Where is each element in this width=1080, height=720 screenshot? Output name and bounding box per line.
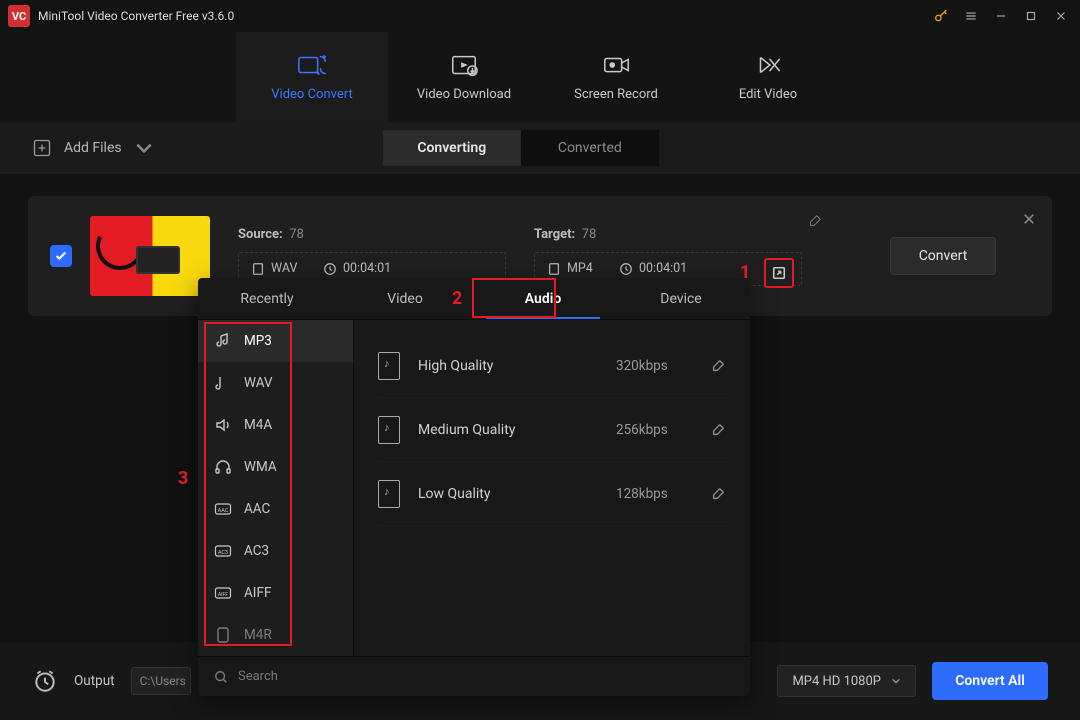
format-item-aac[interactable]: AAC AAC: [198, 488, 353, 530]
output-label: Output: [74, 673, 115, 689]
format-item-wav[interactable]: WAV: [198, 362, 353, 404]
svg-text:AC3: AC3: [218, 550, 228, 556]
status-segmented: Converting Converted: [383, 130, 659, 166]
app-logo: VC: [8, 5, 30, 27]
panel-tab-device[interactable]: Device: [612, 278, 750, 319]
quality-file-icon: [378, 480, 400, 508]
chevron-down-icon: [134, 138, 154, 158]
svg-text:AAC: AAC: [218, 508, 229, 514]
annotation-number-2: 2: [452, 288, 462, 309]
ringtone-icon: [214, 626, 232, 644]
change-target-format-button[interactable]: [764, 258, 794, 288]
clock-icon: [619, 262, 633, 276]
panel-tab-audio[interactable]: Audio: [474, 278, 612, 319]
minimize-button[interactable]: [986, 2, 1016, 30]
item-checkbox[interactable]: [50, 245, 72, 267]
aiff-badge-icon: AIFF: [214, 584, 232, 602]
tab-video-download[interactable]: Video Download: [388, 32, 540, 122]
ac3-badge-icon: AC3: [214, 542, 232, 560]
annotation-number-3: 3: [178, 468, 188, 489]
format-picker-panel: Recently Video Audio Device MP3 WAV M4A …: [198, 278, 750, 696]
close-window-button[interactable]: [1046, 2, 1076, 30]
svg-text:AIFF: AIFF: [218, 592, 228, 598]
schedule-icon[interactable]: [32, 668, 58, 694]
remove-item-button[interactable]: [1022, 212, 1036, 226]
headphones-icon: [214, 458, 232, 476]
file-icon: [251, 262, 265, 276]
tab-label: Edit Video: [739, 87, 797, 102]
source-label: Source: 78: [238, 227, 506, 242]
tab-video-convert[interactable]: Video Convert: [236, 32, 388, 122]
add-files-button[interactable]: Add Files: [32, 138, 154, 158]
speaker-icon: [214, 416, 232, 434]
app-title: MiniTool Video Converter Free v3.6.0: [38, 9, 234, 23]
toolbar: Add Files Converting Converted: [0, 122, 1080, 174]
convert-button[interactable]: Convert: [890, 237, 996, 275]
segment-converting[interactable]: Converting: [383, 130, 521, 166]
quality-option-high[interactable]: High Quality 320kbps: [378, 334, 730, 398]
format-list[interactable]: MP3 WAV M4A WMA AAC AAC AC3 AC3: [198, 320, 354, 656]
tab-label: Video Download: [417, 87, 511, 102]
chevron-down-icon: [891, 676, 901, 686]
tab-screen-record[interactable]: Screen Record: [540, 32, 692, 122]
quality-list: High Quality 320kbps Medium Quality 256k…: [354, 320, 750, 656]
music-note-icon: [214, 332, 232, 350]
quality-file-icon: [378, 416, 400, 444]
main-tabbar: Video Convert Video Download Screen Reco…: [0, 32, 1080, 122]
source-duration: 00:04:01: [343, 261, 391, 276]
quality-file-icon: [378, 352, 400, 380]
segment-converted[interactable]: Converted: [521, 130, 659, 166]
edit-quality-button[interactable]: [706, 354, 730, 378]
file-icon: [547, 262, 561, 276]
quality-option-low[interactable]: Low Quality 128kbps: [378, 462, 730, 526]
search-icon: [214, 670, 228, 684]
add-files-label: Add Files: [64, 140, 122, 156]
output-path-field[interactable]: C:\Users: [131, 667, 191, 695]
target-label: Target: 78: [534, 227, 802, 242]
maximize-button[interactable]: [1016, 2, 1046, 30]
format-item-aiff[interactable]: AIFF AIFF: [198, 572, 353, 614]
tab-label: Screen Record: [574, 87, 658, 102]
tab-label: Video Convert: [271, 87, 352, 102]
clock-icon: [323, 262, 337, 276]
hamburger-menu-icon[interactable]: [956, 2, 986, 30]
format-item-mp3[interactable]: MP3: [198, 320, 353, 362]
panel-tab-recently[interactable]: Recently: [198, 278, 336, 319]
output-preset-dropdown[interactable]: MP4 HD 1080P: [777, 665, 916, 697]
format-item-wma[interactable]: WMA: [198, 446, 353, 488]
music-note-icon: [214, 374, 232, 392]
annotation-number-1: 1: [740, 262, 750, 283]
edit-target-name-button[interactable]: [808, 214, 822, 228]
item-thumbnail: [90, 216, 210, 296]
tab-edit-video[interactable]: Edit Video: [692, 32, 844, 122]
format-item-m4r[interactable]: M4R: [198, 614, 353, 656]
titlebar: VC MiniTool Video Converter Free v3.6.0: [0, 0, 1080, 32]
format-search-input[interactable]: Search: [198, 656, 750, 696]
target-duration: 00:04:01: [639, 261, 687, 276]
edit-quality-button[interactable]: [706, 418, 730, 442]
convert-all-button[interactable]: Convert All: [932, 662, 1048, 700]
target-format: MP4: [567, 261, 593, 276]
edit-quality-button[interactable]: [706, 482, 730, 506]
format-item-m4a[interactable]: M4A: [198, 404, 353, 446]
quality-option-medium[interactable]: Medium Quality 256kbps: [378, 398, 730, 462]
upgrade-key-icon[interactable]: [926, 2, 956, 30]
aac-badge-icon: AAC: [214, 500, 232, 518]
source-format: WAV: [271, 261, 297, 276]
format-item-ac3[interactable]: AC3 AC3: [198, 530, 353, 572]
